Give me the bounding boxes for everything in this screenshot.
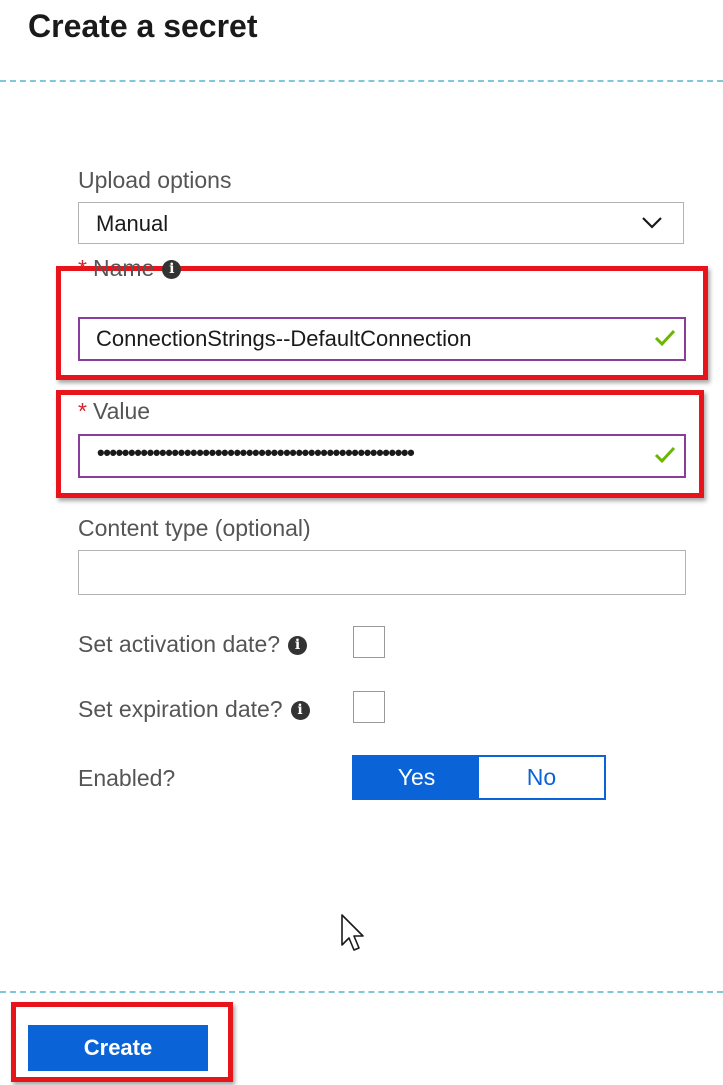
required-marker: *: [78, 255, 87, 281]
name-label: * Name i: [78, 253, 182, 283]
activation-date-checkbox[interactable]: [353, 626, 385, 658]
create-button[interactable]: Create: [28, 1025, 208, 1071]
info-icon[interactable]: i: [162, 260, 182, 280]
upload-options-label: Upload options: [78, 167, 232, 193]
activation-date-label-text: Set activation date?: [78, 631, 281, 657]
checkmark-icon: [654, 446, 676, 469]
activation-date-label: Set activation date? i: [78, 629, 308, 659]
enabled-toggle[interactable]: Yes No: [352, 755, 606, 800]
checkmark-icon: [654, 329, 676, 352]
enabled-yes-option[interactable]: Yes: [354, 757, 479, 798]
info-icon[interactable]: i: [290, 701, 310, 721]
required-marker: *: [78, 398, 87, 424]
expiration-date-label: Set expiration date? i: [78, 694, 310, 724]
upload-options-value: Manual: [96, 211, 169, 236]
panel-title: Create a secret: [28, 8, 258, 44]
name-input-value: ConnectionStrings--DefaultConnection: [96, 326, 472, 351]
content-type-input[interactable]: [78, 550, 686, 595]
chevron-down-icon: [641, 216, 663, 235]
enabled-label: Enabled?: [78, 765, 176, 791]
expiration-date-checkbox[interactable]: [353, 691, 385, 723]
value-input-masked: ••••••••••••••••••••••••••••••••••••••••…: [97, 440, 415, 465]
name-label-text: Name: [92, 255, 155, 281]
expiration-date-label-text: Set expiration date?: [78, 696, 283, 722]
content-type-label: Content type (optional): [78, 515, 311, 541]
enabled-no-option[interactable]: No: [479, 757, 604, 798]
info-icon[interactable]: i: [288, 636, 308, 656]
footer-divider: [0, 991, 723, 993]
value-input[interactable]: ••••••••••••••••••••••••••••••••••••••••…: [78, 434, 686, 478]
value-label: * Value: [78, 396, 150, 426]
header-divider: [0, 80, 723, 82]
value-label-text: Value: [92, 398, 151, 424]
name-input[interactable]: ConnectionStrings--DefaultConnection: [78, 317, 686, 361]
mouse-cursor-icon: [340, 913, 366, 958]
upload-options-select[interactable]: Manual: [78, 202, 684, 244]
